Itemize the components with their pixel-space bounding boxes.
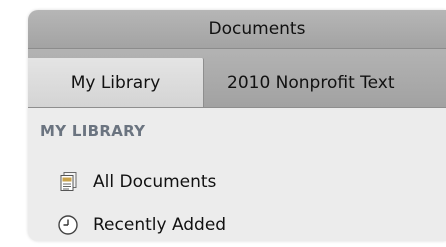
section-header-my-library: MY LIBRARY: [40, 122, 146, 140]
window-title: Documents: [208, 19, 306, 39]
sidebar-item-recently-added[interactable]: Recently Added: [57, 210, 226, 240]
tab-label: My Library: [70, 72, 161, 93]
sidebar-item-all-documents[interactable]: All Documents: [57, 167, 216, 197]
tab-my-library[interactable]: My Library: [28, 58, 204, 107]
clock-icon: [57, 214, 79, 236]
window-titlebar: Documents: [28, 10, 446, 49]
tab-2010-nonprofit-text[interactable]: 2010 Nonprofit Text: [205, 58, 446, 107]
tab-label: 2010 Nonprofit Text: [227, 72, 395, 93]
library-tab-strip: My Library 2010 Nonprofit Text: [28, 49, 446, 108]
documents-icon: [57, 171, 79, 193]
sidebar-item-label: Recently Added: [93, 215, 227, 235]
documents-panel: Documents My Library 2010 Nonprofit Text…: [28, 10, 446, 241]
sidebar-item-label: All Documents: [93, 172, 217, 192]
